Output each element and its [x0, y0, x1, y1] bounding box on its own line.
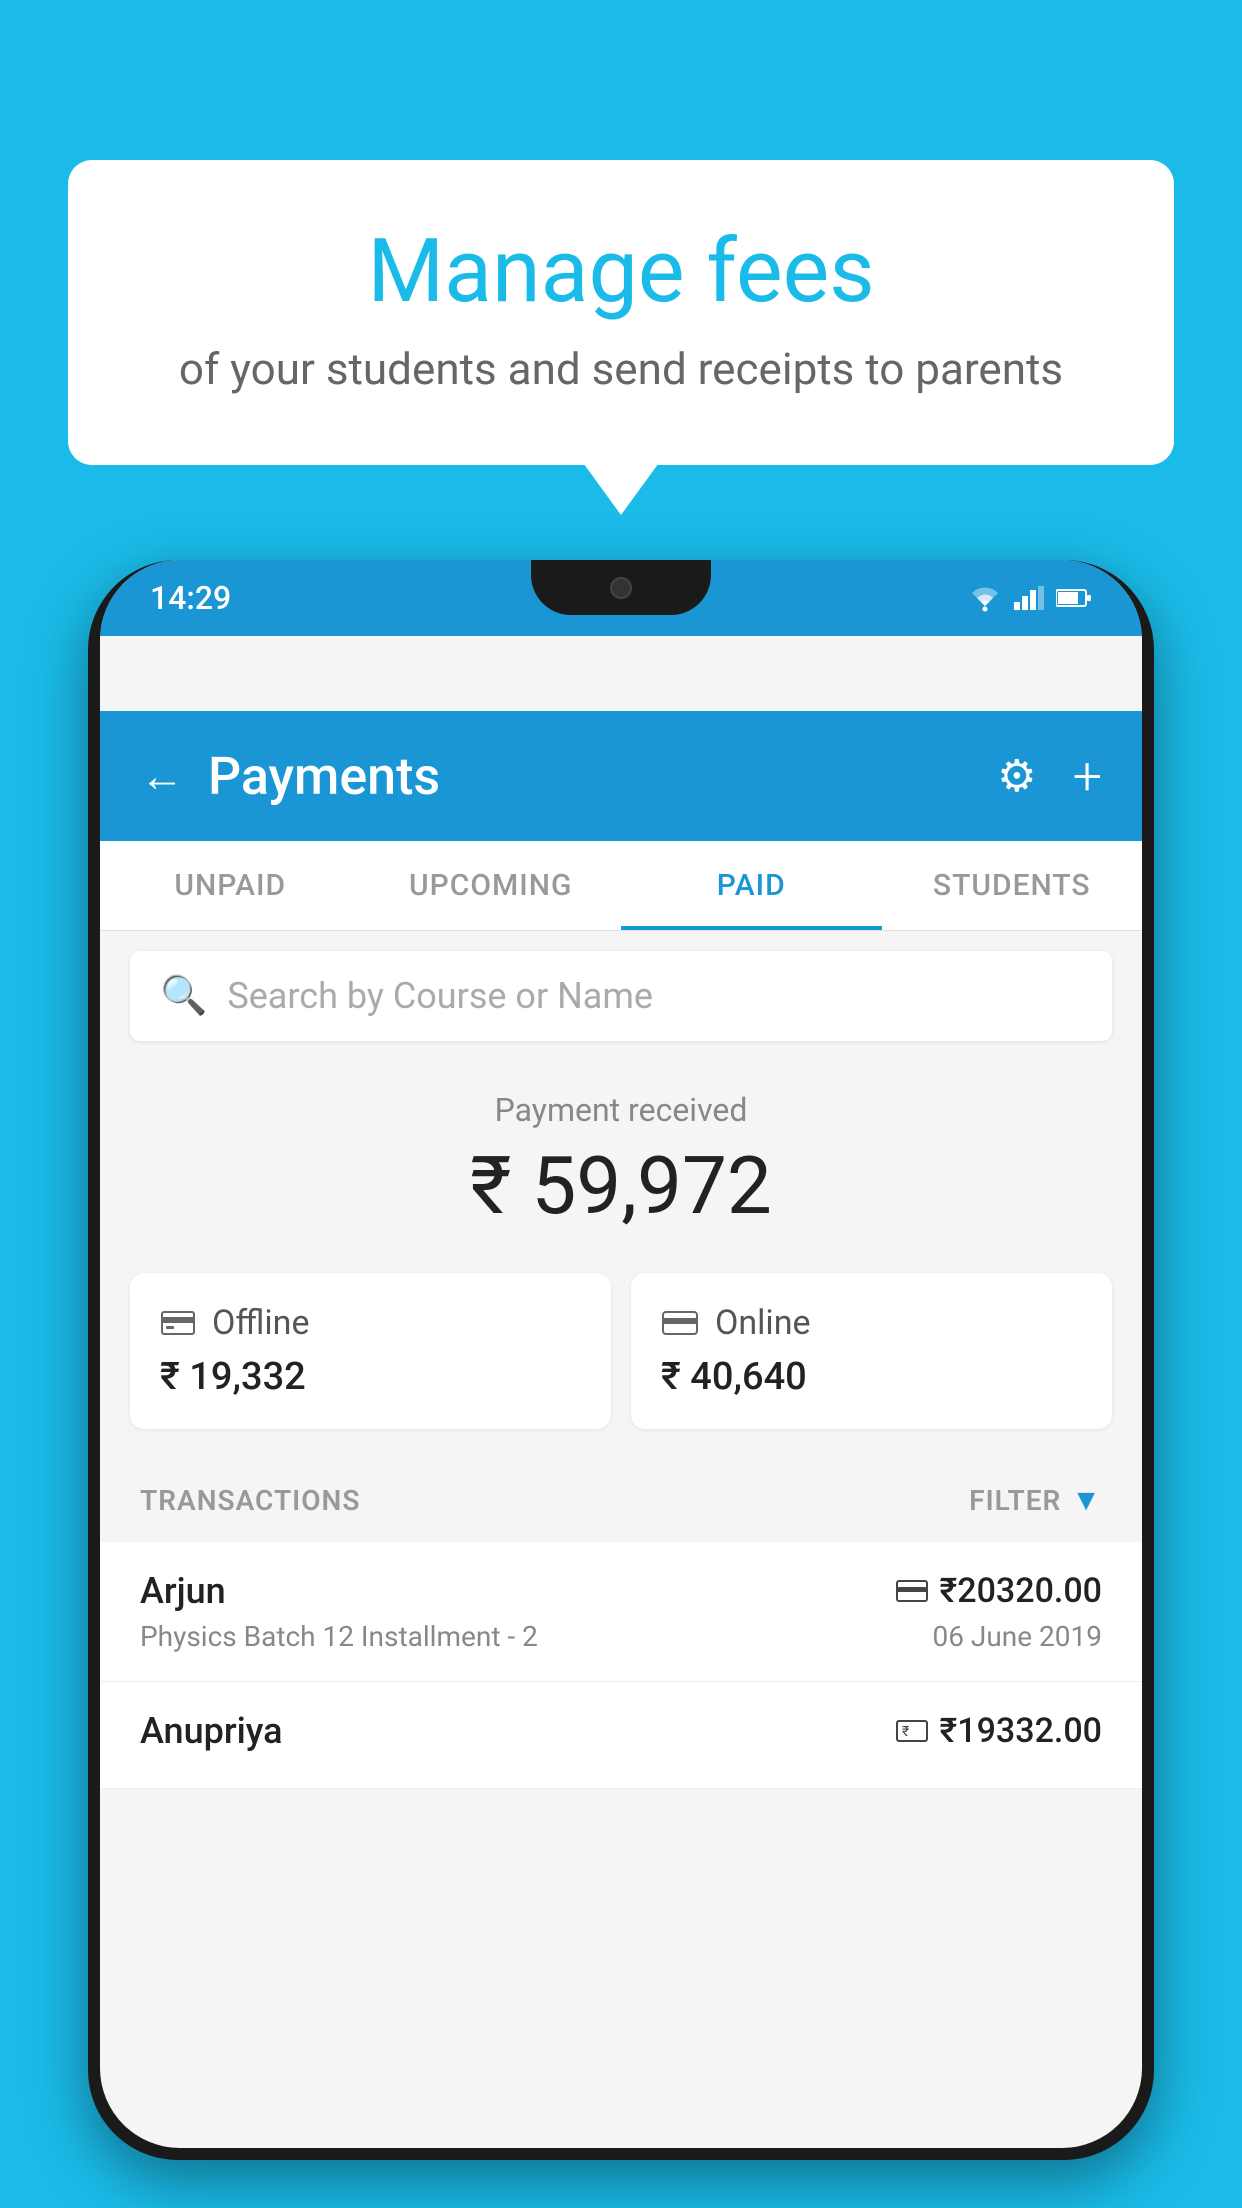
payment-received-amount: ₹ 59,972 [130, 1139, 1112, 1233]
tab-unpaid[interactable]: UNPAID [100, 841, 361, 930]
header-left: ← Payments [140, 746, 440, 807]
speech-bubble: Manage fees of your students and send re… [68, 160, 1174, 465]
tab-students[interactable]: STUDENTS [882, 841, 1143, 930]
online-card-amount: ₹ 40,640 [661, 1355, 1082, 1399]
offline-card-type: Offline [212, 1303, 309, 1343]
payment-received-label: Payment received [130, 1091, 1112, 1129]
phone-notch [531, 560, 711, 615]
transaction-detail-1: Physics Batch 12 Installment - 2 06 June… [140, 1620, 1102, 1653]
search-icon: 🔍 [160, 974, 207, 1018]
transaction-row-1: Arjun ₹20320.00 [140, 1570, 1102, 1612]
transaction-item-2[interactable]: Anupriya ₹ ₹19332.00 [100, 1682, 1142, 1789]
app-header: ← Payments ⚙ + [100, 711, 1142, 841]
transaction-item[interactable]: Arjun ₹20320.00 Physics Batch 12 Install… [100, 1542, 1142, 1682]
header-right: ⚙ + [997, 746, 1102, 807]
cash-payment-icon: ₹ [896, 1719, 928, 1743]
phone-container: 14:29 [88, 560, 1154, 2208]
back-button[interactable]: ← [140, 750, 184, 802]
tabs-bar: UNPAID UPCOMING PAID STUDENTS [100, 841, 1142, 931]
online-card-header: Online [661, 1303, 1082, 1343]
speech-bubble-container: Manage fees of your students and send re… [68, 160, 1174, 465]
offline-payment-card: Offline ₹ 19,332 [130, 1273, 611, 1429]
settings-icon[interactable]: ⚙ [997, 750, 1036, 802]
payment-received-section: Payment received ₹ 59,972 [100, 1061, 1142, 1253]
header-title: Payments [208, 746, 440, 807]
transaction-course-1: Physics Batch 12 Installment - 2 [140, 1620, 538, 1653]
filter-icon: ▼ [1071, 1483, 1102, 1518]
tab-upcoming[interactable]: UPCOMING [361, 841, 622, 930]
filter-button[interactable]: FILTER ▼ [969, 1483, 1102, 1518]
transaction-amount-row-1: ₹20320.00 [896, 1571, 1102, 1611]
transaction-date-1: 06 June 2019 [932, 1620, 1102, 1653]
svg-text:₹: ₹ [902, 1724, 909, 1740]
bubble-subtitle: of your students and send receipts to pa… [148, 343, 1094, 395]
status-time: 14:29 [150, 579, 231, 617]
battery-icon [1056, 588, 1092, 608]
phone-screen: 14:29 [100, 560, 1142, 2148]
offline-icon [160, 1308, 196, 1338]
wifi-icon [968, 584, 1002, 612]
status-icons [968, 584, 1092, 612]
tab-paid[interactable]: PAID [621, 841, 882, 930]
search-box[interactable]: 🔍 Search by Course or Name [130, 951, 1112, 1041]
transaction-amount-2: ₹19332.00 [940, 1711, 1102, 1751]
online-card-type: Online [715, 1303, 811, 1343]
transaction-amount-row-2: ₹ ₹19332.00 [896, 1711, 1102, 1751]
phone-frame: 14:29 [88, 560, 1154, 2160]
transaction-row-2: Anupriya ₹ ₹19332.00 [140, 1710, 1102, 1752]
search-input[interactable]: Search by Course or Name [227, 975, 653, 1017]
card-payment-icon [896, 1579, 928, 1603]
payment-cards-row: Offline ₹ 19,332 Online ₹ [100, 1253, 1142, 1459]
transaction-name-2: Anupriya [140, 1710, 283, 1752]
screen-content: 14:29 [100, 560, 1142, 2148]
add-button[interactable]: + [1073, 746, 1102, 807]
transactions-label: TRANSACTIONS [140, 1484, 360, 1517]
bubble-title: Manage fees [148, 220, 1094, 323]
search-container: 🔍 Search by Course or Name [100, 931, 1142, 1061]
transaction-list: Arjun ₹20320.00 Physics Batch 12 Install… [100, 1542, 1142, 1789]
online-icon [661, 1309, 699, 1337]
filter-label: FILTER [969, 1484, 1061, 1517]
transaction-amount-1: ₹20320.00 [940, 1571, 1102, 1611]
offline-card-header: Offline [160, 1303, 581, 1343]
signal-icon [1014, 586, 1044, 610]
online-payment-card: Online ₹ 40,640 [631, 1273, 1112, 1429]
transactions-header: TRANSACTIONS FILTER ▼ [100, 1459, 1142, 1542]
offline-card-amount: ₹ 19,332 [160, 1355, 581, 1399]
transaction-name-1: Arjun [140, 1570, 226, 1612]
camera [610, 577, 632, 599]
